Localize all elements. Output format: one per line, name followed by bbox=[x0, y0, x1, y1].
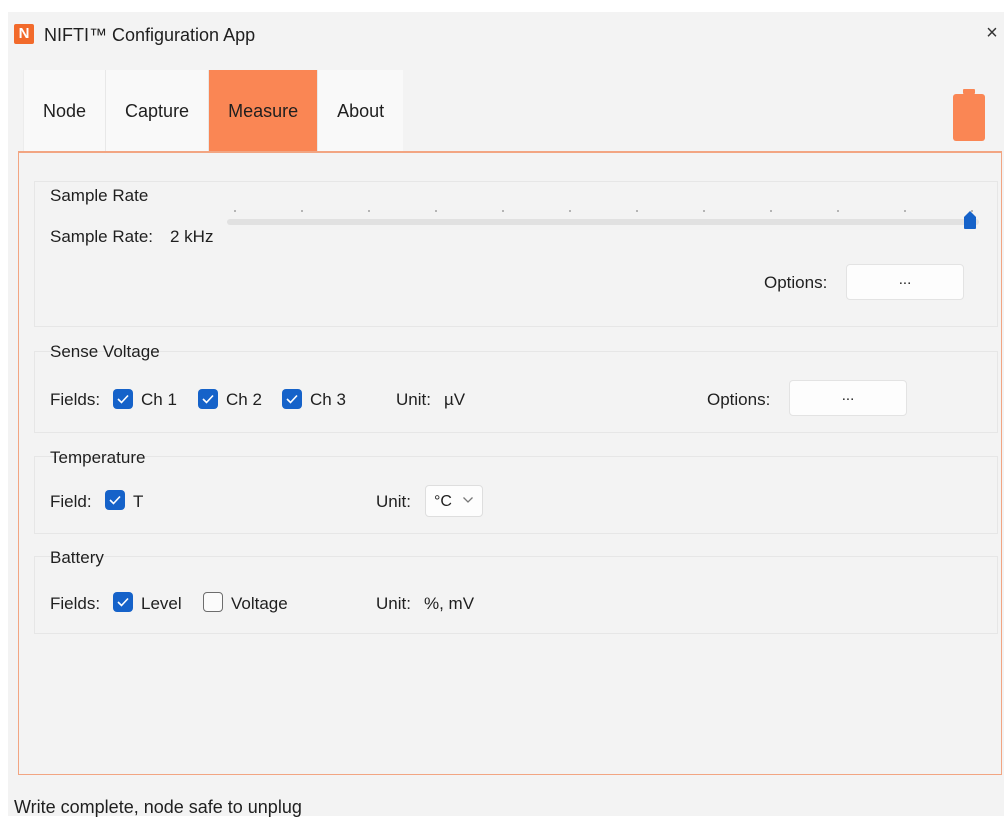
temperature-t-label: T bbox=[133, 492, 144, 511]
battery-fields-label: Fields: bbox=[50, 594, 101, 613]
tab-capture[interactable]: Capture bbox=[105, 70, 209, 152]
battery-unit-label: Unit: bbox=[376, 594, 411, 613]
temperature-field-label: Field: bbox=[50, 492, 92, 511]
sample-rate-options-label: Options: bbox=[764, 273, 828, 292]
temperature-group: Temperature Field: T Unit: °C bbox=[34, 448, 998, 534]
chevron-down-icon bbox=[463, 497, 473, 503]
ch1-checkbox[interactable] bbox=[113, 389, 133, 409]
app-window: N NIFTI™ Configuration App × Node Captur… bbox=[8, 12, 1004, 816]
ch3-label: Ch 3 bbox=[310, 390, 346, 409]
temperature-unit-select[interactable]: °C bbox=[425, 485, 483, 517]
ch3-checkbox[interactable] bbox=[282, 389, 302, 409]
battery-full-icon bbox=[953, 89, 985, 141]
title-bar: N NIFTI™ Configuration App × bbox=[8, 12, 1004, 58]
temperature-unit-label: Unit: bbox=[376, 492, 411, 511]
sample-rate-options-button[interactable]: ... bbox=[846, 264, 964, 300]
sample-rate-title: Sample Rate bbox=[50, 186, 149, 205]
sense-voltage-unit-label: Unit: bbox=[396, 390, 431, 409]
ch1-label: Ch 1 bbox=[141, 390, 177, 409]
tab-bar: Node Capture Measure About bbox=[23, 70, 404, 152]
tab-about[interactable]: About bbox=[317, 70, 404, 152]
temperature-t-checkbox[interactable] bbox=[105, 490, 125, 510]
sample-rate-value: 2 kHz bbox=[170, 227, 214, 246]
sense-voltage-options-button[interactable]: ... bbox=[789, 380, 907, 416]
tab-node[interactable]: Node bbox=[23, 70, 106, 152]
battery-voltage-checkbox[interactable] bbox=[203, 592, 223, 612]
sense-voltage-unit-value: µV bbox=[444, 390, 466, 409]
battery-level-label: Level bbox=[141, 594, 182, 613]
window-title: NIFTI™ Configuration App bbox=[44, 25, 256, 45]
battery-title: Battery bbox=[50, 548, 104, 567]
battery-group: Battery Fields: Level Voltage Unit: %, m… bbox=[34, 548, 998, 634]
battery-voltage-label: Voltage bbox=[231, 594, 288, 613]
tab-measure[interactable]: Measure bbox=[208, 70, 318, 152]
temperature-unit-selected: °C bbox=[434, 493, 452, 510]
sample-rate-slider[interactable] bbox=[227, 210, 979, 229]
sense-voltage-title: Sense Voltage bbox=[50, 342, 160, 361]
close-button[interactable]: × bbox=[980, 22, 1004, 46]
ch2-checkbox[interactable] bbox=[198, 389, 218, 409]
temperature-title: Temperature bbox=[50, 448, 146, 467]
sense-voltage-fields-label: Fields: bbox=[50, 390, 101, 409]
measure-panel: Sample Rate Sample Rate: 2 kHz Options: … bbox=[18, 151, 1002, 775]
app-logo-icon: N bbox=[14, 24, 34, 44]
ch2-label: Ch 2 bbox=[226, 390, 262, 409]
status-bar-text: Write complete, node safe to unplug bbox=[14, 797, 302, 817]
slider-thumb[interactable] bbox=[964, 211, 976, 229]
battery-unit-value: %, mV bbox=[424, 594, 475, 613]
sample-rate-label: Sample Rate: bbox=[50, 227, 153, 246]
sample-rate-group: Sample Rate Sample Rate: 2 kHz Options: … bbox=[34, 181, 998, 327]
sense-voltage-group: Sense Voltage Fields: Ch 1 Ch 2 Ch 3 Uni… bbox=[34, 342, 998, 433]
sense-voltage-options-label: Options: bbox=[707, 390, 771, 409]
battery-level-checkbox[interactable] bbox=[113, 592, 133, 612]
